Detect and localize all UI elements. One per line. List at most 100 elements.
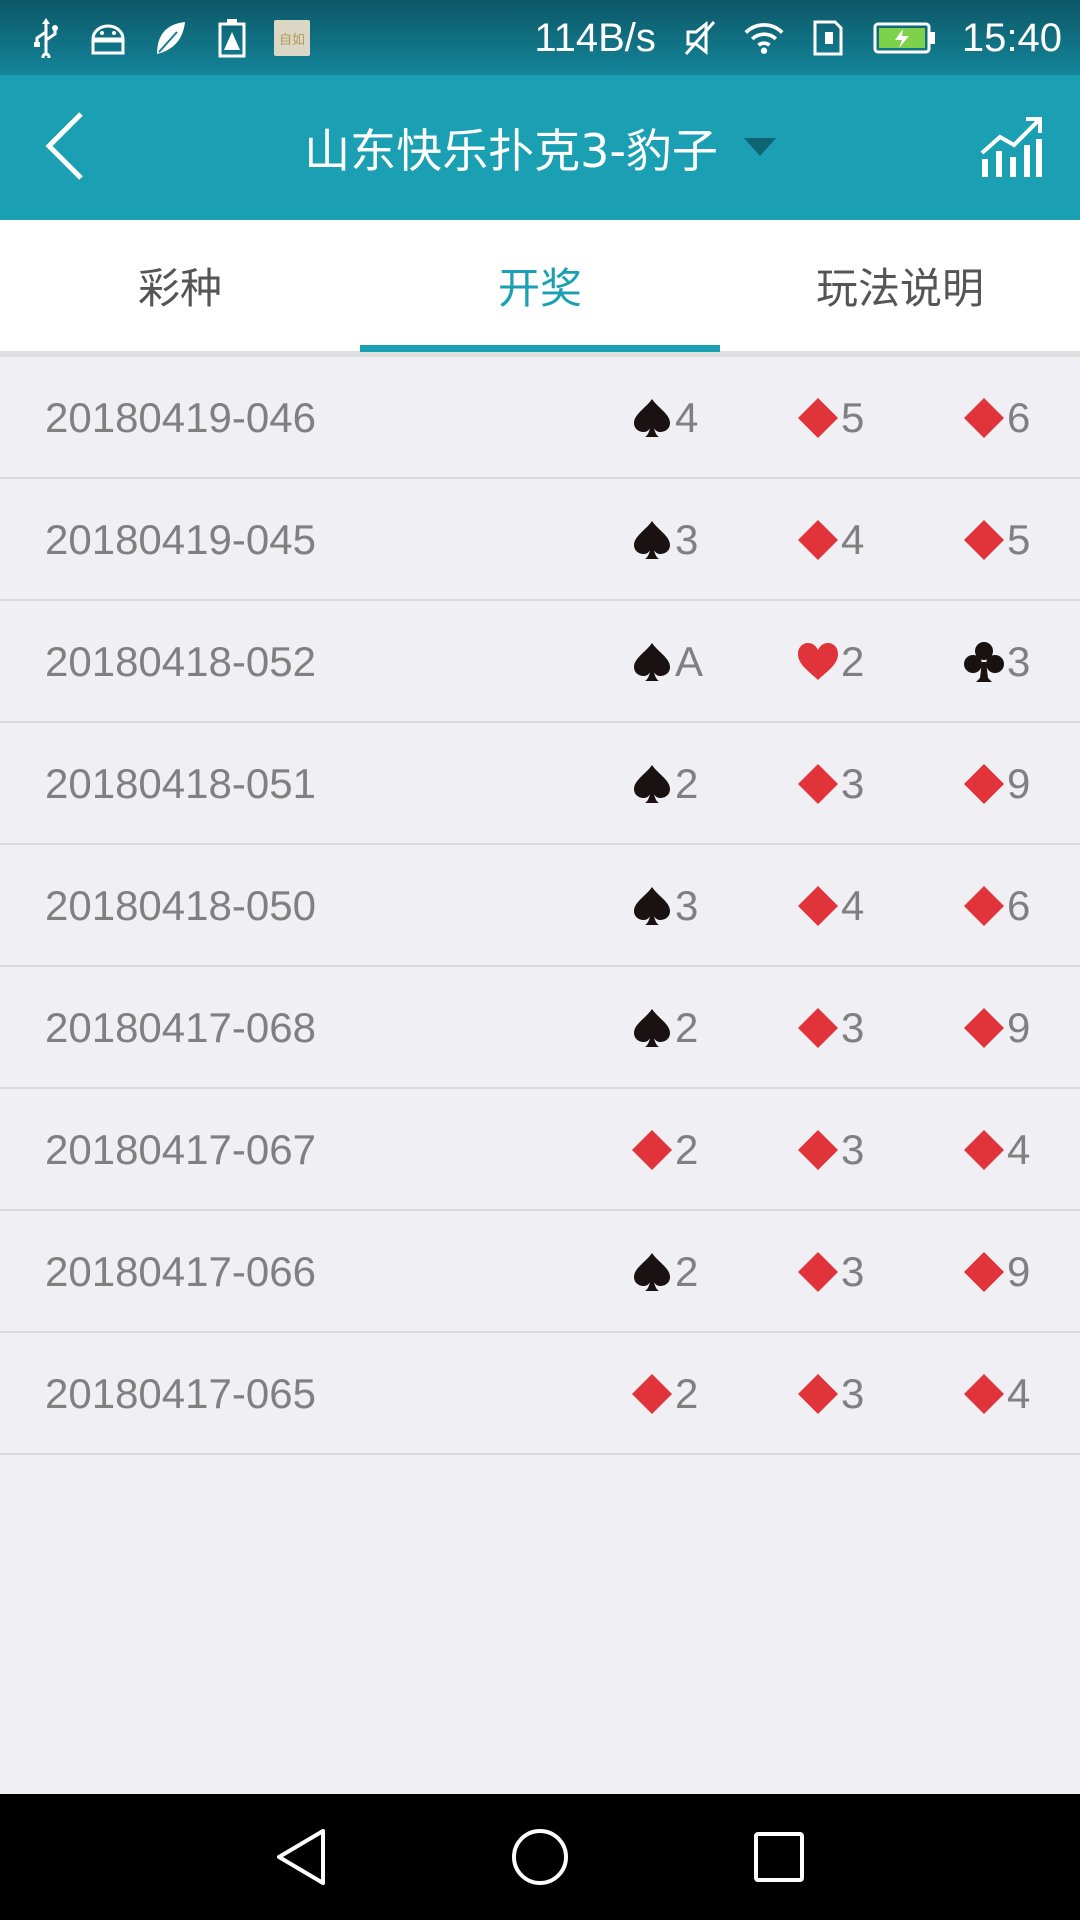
card-result: 9 (962, 1211, 1030, 1333)
trend-chart-icon (980, 117, 1042, 177)
tab-label: 开奖 (497, 264, 582, 313)
nav-recents-button[interactable] (744, 1822, 814, 1892)
card-rank: 3 (841, 1004, 865, 1051)
card-result: 2 (630, 1089, 698, 1211)
card-result: 6 (962, 845, 1030, 967)
card-result: 4 (630, 357, 698, 479)
status-bar: 自如 114B/s 15:40 (0, 0, 1080, 75)
mute-icon (680, 18, 720, 58)
spade-icon (630, 1250, 674, 1294)
sim-icon (808, 18, 848, 58)
card-result: A (630, 601, 703, 723)
tab-lottery-type[interactable]: 彩种 (0, 220, 360, 351)
battery-charging-icon (872, 18, 938, 58)
card-rank: 5 (841, 394, 865, 441)
diamond-icon (962, 1006, 1006, 1050)
issue-number: 20180417-068 (45, 1004, 316, 1051)
card-result: 3 (630, 479, 698, 601)
list-item[interactable]: 20180418-050 3 4 6 (0, 845, 1080, 967)
diamond-icon (796, 518, 840, 562)
card-rank: 9 (1007, 1004, 1031, 1051)
issue-number: 20180418-052 (45, 638, 316, 685)
card-rank: 3 (841, 1370, 865, 1417)
diamond-icon (962, 518, 1006, 562)
card-rank: 4 (841, 516, 865, 563)
card-rank: 4 (1007, 1370, 1031, 1417)
title-selector[interactable]: 山东快乐扑克3-豹子 (0, 75, 1080, 220)
card-result: 4 (962, 1333, 1030, 1455)
status-bar-left: 自如 (26, 14, 310, 62)
list-item[interactable]: 20180417-066 2 3 9 (0, 1211, 1080, 1333)
diamond-icon (796, 1250, 840, 1294)
card-rank: 3 (1007, 638, 1031, 685)
app-header: 山东快乐扑克3-豹子 (0, 75, 1080, 220)
trend-chart-button[interactable] (978, 113, 1044, 179)
card-rank: 6 (1007, 394, 1031, 441)
card-rank: 3 (841, 1248, 865, 1295)
diamond-icon (962, 396, 1006, 440)
diamond-icon (962, 762, 1006, 806)
card-rank: 4 (675, 394, 699, 441)
card-rank: 2 (675, 760, 699, 807)
issue-number: 20180417-065 (45, 1370, 316, 1417)
card-result: 5 (962, 479, 1030, 601)
list-item[interactable]: 20180417-067 2 3 4 (0, 1089, 1080, 1211)
list-item[interactable]: 20180417-068 2 3 9 (0, 967, 1080, 1089)
card-result: 2 (796, 601, 864, 723)
card-rank: 5 (1007, 516, 1031, 563)
issue-number: 20180419-046 (45, 394, 316, 441)
list-item[interactable]: 20180419-046 4 5 6 (0, 357, 1080, 479)
card-result: 3 (630, 845, 698, 967)
nav-back-button[interactable] (266, 1822, 336, 1892)
card-rank: 3 (841, 1126, 865, 1173)
card-rank: 2 (675, 1370, 699, 1417)
spade-icon (630, 396, 674, 440)
diamond-icon (962, 1250, 1006, 1294)
card-result: 4 (796, 845, 864, 967)
heart-icon (796, 640, 840, 684)
list-item[interactable]: 20180418-051 2 3 9 (0, 723, 1080, 845)
nav-home-button[interactable] (505, 1822, 575, 1892)
system-nav-bar (0, 1794, 1080, 1920)
card-result: 4 (962, 1089, 1030, 1211)
dropdown-triangle-icon (743, 137, 776, 156)
diamond-icon (630, 1128, 674, 1172)
spade-icon (630, 1006, 674, 1050)
card-result: 2 (630, 1211, 698, 1333)
diamond-icon (796, 762, 840, 806)
tab-rules[interactable]: 玩法说明 (720, 220, 1080, 351)
issue-number: 20180418-051 (45, 760, 316, 807)
list-item[interactable]: 20180418-052 A 2 3 (0, 601, 1080, 723)
list-item[interactable]: 20180419-045 3 4 5 (0, 479, 1080, 601)
diamond-icon (962, 884, 1006, 928)
issue-number: 20180418-050 (45, 882, 316, 929)
diamond-icon (796, 1372, 840, 1416)
battery-warning-icon (212, 18, 252, 58)
card-result: 4 (796, 479, 864, 601)
list-item[interactable]: 20180417-065 2 3 4 (0, 1333, 1080, 1455)
issue-number: 20180419-045 (45, 516, 316, 563)
card-rank: 3 (675, 882, 699, 929)
net-speed: 114B/s (534, 15, 656, 60)
notification-thumb: 自如 (274, 20, 310, 56)
diamond-icon (796, 1128, 840, 1172)
nav-recents-icon (754, 1832, 804, 1882)
card-result: 2 (630, 1333, 698, 1455)
spade-icon (630, 640, 674, 684)
card-result: 2 (630, 723, 698, 845)
card-result: 9 (962, 723, 1030, 845)
tab-label: 彩种 (137, 264, 222, 313)
tab-draw-results[interactable]: 开奖 (360, 220, 720, 352)
card-rank: 2 (675, 1126, 699, 1173)
card-rank: A (675, 638, 704, 685)
card-rank: 4 (1007, 1126, 1031, 1173)
issue-number: 20180417-067 (45, 1126, 316, 1173)
card-result: 2 (630, 967, 698, 1089)
card-result: 3 (796, 1089, 864, 1211)
diamond-icon (962, 1128, 1006, 1172)
leaf-icon (150, 18, 190, 58)
diamond-icon (962, 1372, 1006, 1416)
page-title: 山东快乐扑克3-豹子 (304, 123, 718, 178)
status-bar-right: 114B/s 15:40 (534, 12, 1062, 64)
nav-home-icon (512, 1829, 568, 1885)
